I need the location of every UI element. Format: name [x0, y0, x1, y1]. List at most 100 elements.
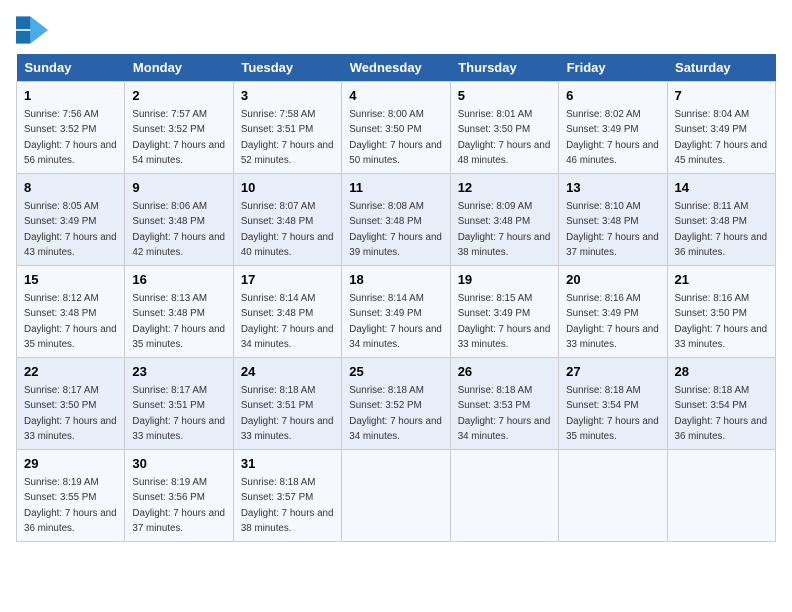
calendar-cell: 28 Sunrise: 8:18 AMSunset: 3:54 PMDaylig… [667, 358, 775, 450]
calendar-cell: 6 Sunrise: 8:02 AMSunset: 3:49 PMDayligh… [559, 82, 667, 174]
calendar-cell: 5 Sunrise: 8:01 AMSunset: 3:50 PMDayligh… [450, 82, 558, 174]
cell-content: Sunrise: 8:06 AMSunset: 3:48 PMDaylight:… [132, 201, 225, 258]
day-number: 9 [132, 179, 225, 197]
day-number: 2 [132, 87, 225, 105]
day-header-saturday: Saturday [667, 54, 775, 82]
calendar-cell: 12 Sunrise: 8:09 AMSunset: 3:48 PMDaylig… [450, 174, 558, 266]
cell-content: Sunrise: 8:09 AMSunset: 3:48 PMDaylight:… [458, 201, 551, 258]
calendar-week-row: 8 Sunrise: 8:05 AMSunset: 3:49 PMDayligh… [17, 174, 776, 266]
cell-content: Sunrise: 8:18 AMSunset: 3:52 PMDaylight:… [349, 385, 442, 442]
calendar-cell: 26 Sunrise: 8:18 AMSunset: 3:53 PMDaylig… [450, 358, 558, 450]
day-number: 14 [675, 179, 768, 197]
day-number: 12 [458, 179, 551, 197]
calendar-cell: 11 Sunrise: 8:08 AMSunset: 3:48 PMDaylig… [342, 174, 450, 266]
calendar-week-row: 1 Sunrise: 7:56 AMSunset: 3:52 PMDayligh… [17, 82, 776, 174]
calendar-cell: 1 Sunrise: 7:56 AMSunset: 3:52 PMDayligh… [17, 82, 125, 174]
cell-content: Sunrise: 8:18 AMSunset: 3:53 PMDaylight:… [458, 385, 551, 442]
calendar-week-row: 15 Sunrise: 8:12 AMSunset: 3:48 PMDaylig… [17, 266, 776, 358]
calendar-cell: 13 Sunrise: 8:10 AMSunset: 3:48 PMDaylig… [559, 174, 667, 266]
calendar-cell: 16 Sunrise: 8:13 AMSunset: 3:48 PMDaylig… [125, 266, 233, 358]
day-header-friday: Friday [559, 54, 667, 82]
day-number: 17 [241, 271, 334, 289]
day-header-thursday: Thursday [450, 54, 558, 82]
day-number: 7 [675, 87, 768, 105]
cell-content: Sunrise: 7:58 AMSunset: 3:51 PMDaylight:… [241, 109, 334, 166]
calendar-cell: 7 Sunrise: 8:04 AMSunset: 3:49 PMDayligh… [667, 82, 775, 174]
cell-content: Sunrise: 8:17 AMSunset: 3:51 PMDaylight:… [132, 385, 225, 442]
day-number: 16 [132, 271, 225, 289]
cell-content: Sunrise: 8:19 AMSunset: 3:55 PMDaylight:… [24, 477, 117, 534]
day-header-monday: Monday [125, 54, 233, 82]
calendar-body: 1 Sunrise: 7:56 AMSunset: 3:52 PMDayligh… [17, 82, 776, 542]
calendar-cell [450, 450, 558, 542]
calendar-week-row: 29 Sunrise: 8:19 AMSunset: 3:55 PMDaylig… [17, 450, 776, 542]
cell-content: Sunrise: 8:18 AMSunset: 3:54 PMDaylight:… [675, 385, 768, 442]
cell-content: Sunrise: 8:04 AMSunset: 3:49 PMDaylight:… [675, 109, 768, 166]
day-number: 23 [132, 363, 225, 381]
calendar-cell: 10 Sunrise: 8:07 AMSunset: 3:48 PMDaylig… [233, 174, 341, 266]
day-number: 4 [349, 87, 442, 105]
day-header-tuesday: Tuesday [233, 54, 341, 82]
calendar-cell: 30 Sunrise: 8:19 AMSunset: 3:56 PMDaylig… [125, 450, 233, 542]
calendar-header-row: SundayMondayTuesdayWednesdayThursdayFrid… [17, 54, 776, 82]
cell-content: Sunrise: 8:16 AMSunset: 3:49 PMDaylight:… [566, 293, 659, 350]
calendar-cell: 29 Sunrise: 8:19 AMSunset: 3:55 PMDaylig… [17, 450, 125, 542]
cell-content: Sunrise: 8:17 AMSunset: 3:50 PMDaylight:… [24, 385, 117, 442]
cell-content: Sunrise: 8:00 AMSunset: 3:50 PMDaylight:… [349, 109, 442, 166]
cell-content: Sunrise: 8:13 AMSunset: 3:48 PMDaylight:… [132, 293, 225, 350]
day-number: 21 [675, 271, 768, 289]
day-number: 30 [132, 455, 225, 473]
day-number: 20 [566, 271, 659, 289]
calendar-cell: 14 Sunrise: 8:11 AMSunset: 3:48 PMDaylig… [667, 174, 775, 266]
day-number: 18 [349, 271, 442, 289]
day-number: 10 [241, 179, 334, 197]
cell-content: Sunrise: 8:12 AMSunset: 3:48 PMDaylight:… [24, 293, 117, 350]
cell-content: Sunrise: 7:56 AMSunset: 3:52 PMDaylight:… [24, 109, 117, 166]
day-number: 27 [566, 363, 659, 381]
cell-content: Sunrise: 8:18 AMSunset: 3:51 PMDaylight:… [241, 385, 334, 442]
calendar-cell: 15 Sunrise: 8:12 AMSunset: 3:48 PMDaylig… [17, 266, 125, 358]
cell-content: Sunrise: 7:57 AMSunset: 3:52 PMDaylight:… [132, 109, 225, 166]
cell-content: Sunrise: 8:15 AMSunset: 3:49 PMDaylight:… [458, 293, 551, 350]
calendar-cell: 22 Sunrise: 8:17 AMSunset: 3:50 PMDaylig… [17, 358, 125, 450]
day-number: 31 [241, 455, 334, 473]
day-number: 25 [349, 363, 442, 381]
day-number: 3 [241, 87, 334, 105]
cell-content: Sunrise: 8:08 AMSunset: 3:48 PMDaylight:… [349, 201, 442, 258]
calendar-cell: 27 Sunrise: 8:18 AMSunset: 3:54 PMDaylig… [559, 358, 667, 450]
cell-content: Sunrise: 8:05 AMSunset: 3:49 PMDaylight:… [24, 201, 117, 258]
calendar-cell [559, 450, 667, 542]
calendar-cell: 8 Sunrise: 8:05 AMSunset: 3:49 PMDayligh… [17, 174, 125, 266]
day-number: 22 [24, 363, 117, 381]
day-number: 15 [24, 271, 117, 289]
calendar-cell: 20 Sunrise: 8:16 AMSunset: 3:49 PMDaylig… [559, 266, 667, 358]
day-header-sunday: Sunday [17, 54, 125, 82]
day-number: 1 [24, 87, 117, 105]
calendar-table: SundayMondayTuesdayWednesdayThursdayFrid… [16, 54, 776, 542]
cell-content: Sunrise: 8:01 AMSunset: 3:50 PMDaylight:… [458, 109, 551, 166]
day-number: 6 [566, 87, 659, 105]
day-number: 24 [241, 363, 334, 381]
calendar-week-row: 22 Sunrise: 8:17 AMSunset: 3:50 PMDaylig… [17, 358, 776, 450]
cell-content: Sunrise: 8:10 AMSunset: 3:48 PMDaylight:… [566, 201, 659, 258]
day-number: 8 [24, 179, 117, 197]
calendar-cell: 18 Sunrise: 8:14 AMSunset: 3:49 PMDaylig… [342, 266, 450, 358]
header [16, 16, 776, 44]
calendar-cell: 24 Sunrise: 8:18 AMSunset: 3:51 PMDaylig… [233, 358, 341, 450]
cell-content: Sunrise: 8:19 AMSunset: 3:56 PMDaylight:… [132, 477, 225, 534]
day-number: 11 [349, 179, 442, 197]
calendar-cell [342, 450, 450, 542]
calendar-cell: 17 Sunrise: 8:14 AMSunset: 3:48 PMDaylig… [233, 266, 341, 358]
cell-content: Sunrise: 8:14 AMSunset: 3:49 PMDaylight:… [349, 293, 442, 350]
calendar-cell [667, 450, 775, 542]
day-number: 5 [458, 87, 551, 105]
cell-content: Sunrise: 8:02 AMSunset: 3:49 PMDaylight:… [566, 109, 659, 166]
logo-icon [16, 16, 48, 44]
day-number: 28 [675, 363, 768, 381]
logo [16, 16, 52, 44]
day-number: 26 [458, 363, 551, 381]
calendar-cell: 25 Sunrise: 8:18 AMSunset: 3:52 PMDaylig… [342, 358, 450, 450]
day-number: 13 [566, 179, 659, 197]
calendar-cell: 19 Sunrise: 8:15 AMSunset: 3:49 PMDaylig… [450, 266, 558, 358]
cell-content: Sunrise: 8:18 AMSunset: 3:54 PMDaylight:… [566, 385, 659, 442]
